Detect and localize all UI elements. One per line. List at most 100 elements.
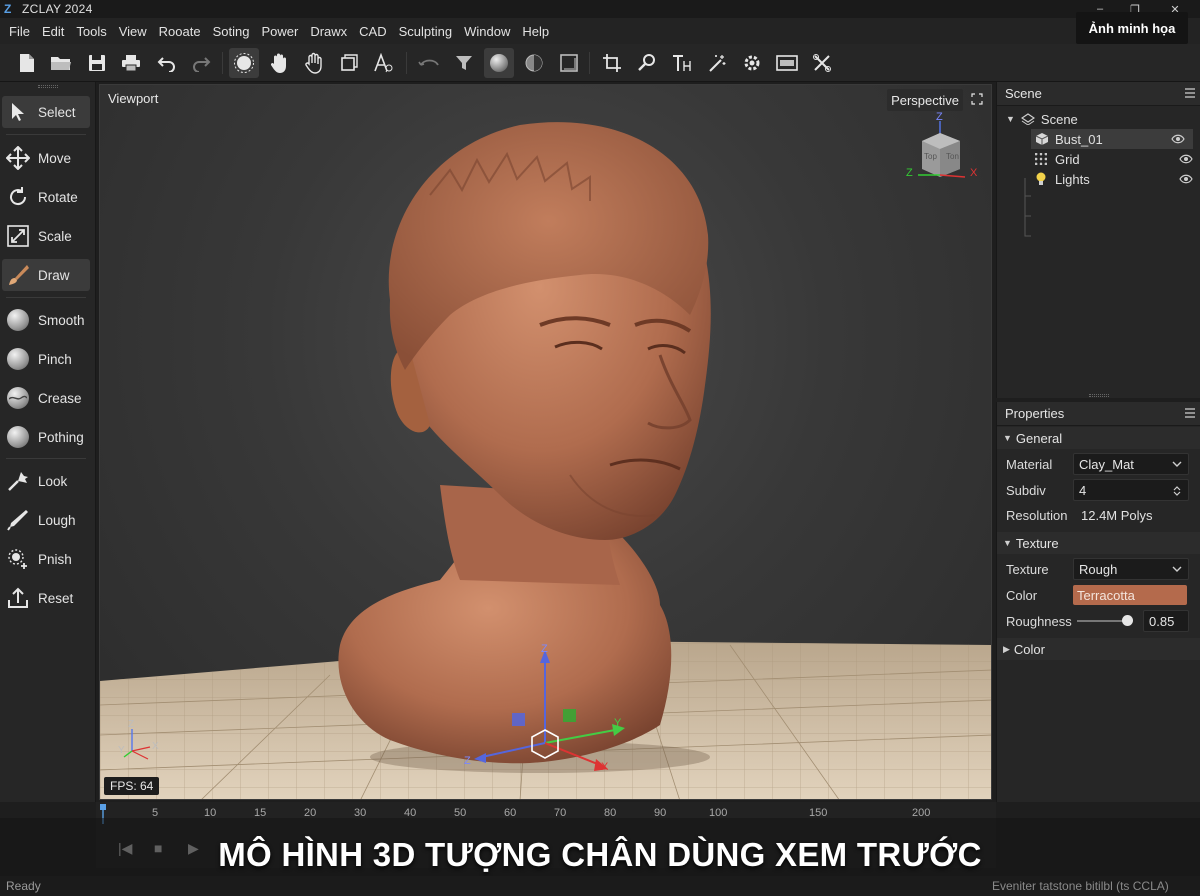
menu-power[interactable]: Power bbox=[255, 24, 304, 39]
chevron-down-icon bbox=[1172, 461, 1182, 467]
menu-sculpting[interactable]: Sculpting bbox=[393, 24, 458, 39]
panel-menu-icon[interactable] bbox=[1185, 408, 1195, 418]
subdiv-stepper[interactable]: 4 bbox=[1073, 479, 1189, 501]
toolbar-divider bbox=[589, 52, 590, 74]
magic-wand-icon[interactable] bbox=[702, 48, 732, 78]
pinch-ball-icon bbox=[2, 343, 34, 375]
tree-label: Scene bbox=[1040, 111, 1078, 127]
redo-icon[interactable] bbox=[186, 48, 216, 78]
tool-pinch[interactable]: Pinch bbox=[2, 343, 90, 375]
open-folder-icon[interactable] bbox=[46, 48, 76, 78]
lasso-icon[interactable] bbox=[414, 48, 444, 78]
menu-file[interactable]: File bbox=[3, 24, 36, 39]
tool-lough[interactable]: Lough bbox=[2, 504, 90, 536]
gear-icon[interactable] bbox=[737, 48, 767, 78]
section-general[interactable]: ▼ General bbox=[997, 427, 1200, 449]
tree-item-bust[interactable]: Bust_01 bbox=[1031, 129, 1193, 149]
tool-look[interactable]: Look bbox=[2, 465, 90, 497]
half-shade-icon[interactable] bbox=[519, 48, 549, 78]
visibility-eye-icon[interactable] bbox=[1179, 153, 1193, 165]
properties-panel-header: Properties bbox=[997, 402, 1200, 426]
section-color[interactable]: ▶ Color bbox=[997, 638, 1200, 660]
tree-label: Lights bbox=[1055, 171, 1090, 187]
expand-arrow-icon[interactable]: ▼ bbox=[1006, 114, 1015, 124]
filter-icon[interactable] bbox=[449, 48, 479, 78]
text-height-icon[interactable] bbox=[667, 48, 697, 78]
search-icon[interactable] bbox=[632, 48, 662, 78]
sculpt-brush-icon[interactable] bbox=[229, 48, 259, 78]
grab-hand-icon[interactable] bbox=[299, 48, 329, 78]
texture-select[interactable]: Rough bbox=[1073, 558, 1189, 580]
hand-icon[interactable] bbox=[264, 48, 294, 78]
tool-label: Lough bbox=[38, 512, 76, 528]
clay-bust[interactable] bbox=[338, 122, 711, 764]
section-texture[interactable]: ▼ Texture bbox=[997, 532, 1200, 554]
sphere-shade-icon[interactable] bbox=[484, 48, 514, 78]
panel-menu-icon[interactable] bbox=[1185, 88, 1195, 98]
brush-icon bbox=[2, 259, 34, 291]
menu-window[interactable]: Window bbox=[458, 24, 516, 39]
menu-drawx[interactable]: Drawx bbox=[304, 24, 353, 39]
tools-icon[interactable] bbox=[807, 48, 837, 78]
resolution-value: 12.4M Polys bbox=[1081, 507, 1153, 523]
transform-box-icon[interactable] bbox=[334, 48, 364, 78]
menu-soting[interactable]: Soting bbox=[207, 24, 256, 39]
axis-z-label: Z bbox=[128, 719, 135, 730]
roughness-slider-handle[interactable] bbox=[1122, 615, 1133, 626]
scene-panel-title: Scene bbox=[1005, 86, 1042, 101]
visibility-eye-icon[interactable] bbox=[1179, 173, 1193, 185]
tool-select[interactable]: Select bbox=[2, 96, 90, 128]
axis-x-label: X bbox=[152, 741, 159, 752]
save-icon[interactable] bbox=[82, 48, 112, 78]
tree-guide-lines bbox=[1024, 178, 1031, 237]
frame-icon[interactable] bbox=[554, 48, 584, 78]
tool-panel: Select Move Rotate Scale Draw Smooth Pin… bbox=[0, 82, 96, 802]
menu-tools[interactable]: Tools bbox=[70, 24, 112, 39]
tool-crease[interactable]: Crease bbox=[2, 382, 90, 414]
tool-draw[interactable]: Draw bbox=[2, 259, 90, 291]
material-select[interactable]: Clay_Mat bbox=[1073, 453, 1189, 475]
projection-dropdown[interactable]: Perspective bbox=[887, 89, 963, 111]
tool-reset[interactable]: Reset bbox=[2, 582, 90, 614]
tree-item-scene[interactable]: ▼ Scene bbox=[997, 109, 1200, 129]
roughness-input[interactable]: 0.85 bbox=[1143, 610, 1189, 632]
cube-face-ton[interactable]: Ton bbox=[946, 152, 959, 161]
menu-rooate[interactable]: Rooate bbox=[153, 24, 207, 39]
print-icon[interactable] bbox=[116, 48, 146, 78]
new-file-icon[interactable] bbox=[12, 48, 42, 78]
tool-rotate[interactable]: Rotate bbox=[2, 181, 90, 213]
tool-label: Draw bbox=[38, 267, 70, 283]
panel-grip[interactable] bbox=[38, 85, 58, 88]
tool-pothing[interactable]: Pothing bbox=[2, 421, 90, 453]
subdiv-value: 4 bbox=[1079, 482, 1087, 498]
roughness-label: Roughness bbox=[1006, 613, 1072, 629]
viewport[interactable]: Z Y X Z Viewport Perspective Z X Z Top T… bbox=[99, 84, 992, 800]
menu-cad[interactable]: CAD bbox=[353, 24, 392, 39]
tree-item-grid[interactable]: Grid bbox=[997, 149, 1200, 169]
viewport-label: Viewport bbox=[108, 91, 159, 106]
expand-arrow-icon: ▶ bbox=[1003, 643, 1010, 654]
crop-icon[interactable] bbox=[597, 48, 627, 78]
maximize-icon[interactable] bbox=[971, 93, 983, 105]
text-node-icon[interactable] bbox=[369, 48, 399, 78]
undo-icon[interactable] bbox=[152, 48, 182, 78]
render-icon[interactable] bbox=[772, 48, 802, 78]
visibility-eye-icon[interactable] bbox=[1171, 133, 1185, 145]
menu-edit[interactable]: Edit bbox=[36, 24, 70, 39]
tool-label: Pothing bbox=[38, 429, 84, 445]
menu-help[interactable]: Help bbox=[516, 24, 555, 39]
color-swatch[interactable]: Terracotta bbox=[1073, 585, 1187, 605]
smooth-ball-icon bbox=[2, 304, 34, 336]
color-label: Color bbox=[1006, 587, 1038, 603]
tool-move[interactable]: Move bbox=[2, 142, 90, 174]
cube-face-top[interactable]: Top bbox=[924, 152, 937, 161]
stepper-arrows-icon[interactable] bbox=[1172, 485, 1182, 497]
panel-splitter[interactable] bbox=[1089, 394, 1109, 397]
caption-text: MÔ HÌNH 3D TƯỢNG CHÂN DÙNG XEM TRƯỚC bbox=[218, 836, 982, 873]
tool-pnish[interactable]: Pnish bbox=[2, 543, 90, 575]
section-title: General bbox=[1015, 430, 1063, 446]
tool-smooth[interactable]: Smooth bbox=[2, 304, 90, 336]
tool-scale[interactable]: Scale bbox=[2, 220, 90, 252]
menu-view[interactable]: View bbox=[113, 24, 153, 39]
view-cube[interactable]: Z X Z Top Ton bbox=[906, 111, 977, 179]
